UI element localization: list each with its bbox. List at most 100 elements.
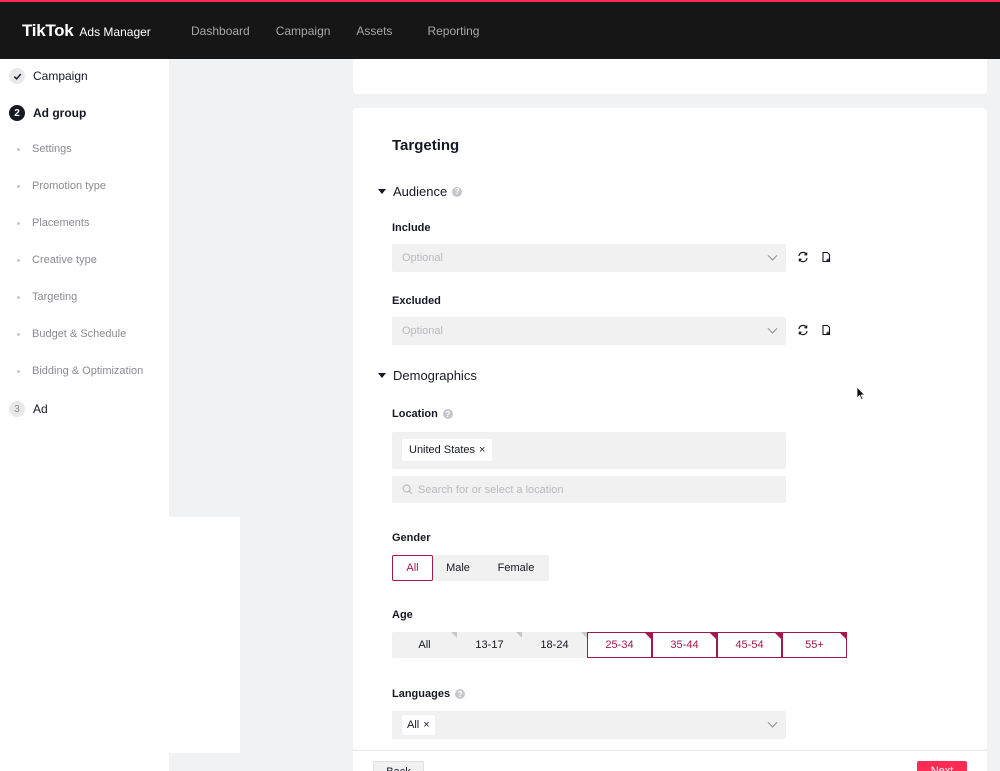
bullet-icon xyxy=(17,258,20,262)
demographics-heading: Demographics xyxy=(393,368,477,383)
age-option-18-24[interactable]: 18-24 xyxy=(522,632,587,658)
step-number: 3 xyxy=(9,401,25,417)
gender-option-male[interactable]: Male xyxy=(433,555,483,581)
help-icon[interactable]: ? xyxy=(442,409,453,419)
gender-segmented-control: All Male Female xyxy=(392,555,549,581)
sidebar-item-placements[interactable]: Placements xyxy=(17,217,89,229)
bullet-icon xyxy=(17,332,20,336)
corner-mark-icon xyxy=(710,633,716,639)
sidebar-item-label: Settings xyxy=(32,143,72,155)
sidebar-item-label: Placements xyxy=(32,217,90,229)
age-option-25-34[interactable]: 25-34 xyxy=(587,632,652,658)
languages-select[interactable]: All × xyxy=(392,711,786,739)
sidebar-item-label: Bidding & Optimization xyxy=(32,365,144,377)
sidebar-item-bidding-optimization[interactable]: Bidding & Optimization xyxy=(17,365,143,377)
refresh-icon[interactable] xyxy=(796,323,810,337)
step-campaign-label: Campaign xyxy=(33,69,88,83)
age-option-label: All xyxy=(418,639,431,651)
sidebar-item-label: Creative type xyxy=(32,254,97,266)
check-icon xyxy=(9,68,25,84)
sidebar-item-label: Promotion type xyxy=(32,180,106,192)
location-search-input[interactable]: Search for or select a location xyxy=(392,476,786,503)
chevron-down-icon xyxy=(767,323,778,334)
location-label-text: Location xyxy=(392,408,438,420)
help-icon[interactable]: ? xyxy=(455,689,466,699)
close-icon[interactable]: × xyxy=(423,719,429,731)
sidebar-item-budget-schedule[interactable]: Budget & Schedule xyxy=(17,328,126,340)
languages-tag: All × xyxy=(402,715,435,735)
age-option-label: 45-54 xyxy=(735,639,764,651)
chevron-down-icon xyxy=(767,250,778,261)
age-option-label: 35-44 xyxy=(670,639,699,651)
age-option-all[interactable]: All xyxy=(392,632,457,658)
nav-reporting[interactable]: Reporting xyxy=(427,24,479,38)
location-tag-label: United States xyxy=(409,444,476,456)
languages-tag-label: All xyxy=(407,719,420,731)
age-label: Age xyxy=(392,609,413,621)
targeting-card: Targeting Audience ? Include Optional Ex… xyxy=(353,108,987,750)
chevron-down-icon xyxy=(767,717,778,728)
age-option-13-17[interactable]: 13-17 xyxy=(457,632,522,658)
age-option-45-54[interactable]: 45-54 xyxy=(717,632,782,658)
sidebar-item-settings[interactable]: Settings xyxy=(17,143,72,155)
step-ad-label: Ad xyxy=(33,402,48,416)
gender-option-female[interactable]: Female xyxy=(483,555,549,581)
create-audience-icon[interactable] xyxy=(819,250,833,264)
audience-toggle[interactable]: Audience ? xyxy=(378,184,463,199)
top-navigation-bar: TikTok Ads Manager Dashboard Campaign As… xyxy=(0,0,1000,59)
age-segmented-control: All 13-17 18-24 25-34 35-44 45-54 55+ xyxy=(392,632,847,658)
location-search-placeholder: Search for or select a location xyxy=(418,483,564,496)
age-option-55-plus[interactable]: 55+ xyxy=(782,632,847,658)
include-label: Include xyxy=(392,222,431,234)
step-ad-group-label: Ad group xyxy=(33,106,87,120)
sidebar-item-creative-type[interactable]: Creative type xyxy=(17,254,97,266)
languages-label: Languages ? xyxy=(392,688,466,700)
sidebar-item-label: Targeting xyxy=(32,291,78,303)
location-selected-box: United States × xyxy=(392,432,786,469)
corner-mark-icon xyxy=(840,633,846,639)
create-audience-icon[interactable] xyxy=(819,323,833,337)
age-option-35-44[interactable]: 35-44 xyxy=(652,632,717,658)
location-label: Location ? xyxy=(392,408,453,420)
section-title: Targeting xyxy=(392,137,460,154)
sidebar-item-promotion-type[interactable]: Promotion type xyxy=(17,180,106,192)
bullet-icon xyxy=(17,147,20,151)
age-option-label: 13-17 xyxy=(475,639,504,651)
languages-label-text: Languages xyxy=(392,688,451,700)
nav-assets[interactable]: Assets xyxy=(356,24,392,38)
audience-heading: Audience xyxy=(393,184,448,199)
step-number: 2 xyxy=(9,105,25,121)
back-button[interactable]: Back xyxy=(373,761,424,771)
help-icon[interactable]: ? xyxy=(452,186,463,197)
search-icon xyxy=(402,484,413,495)
corner-mark-icon xyxy=(645,633,651,639)
demographics-toggle[interactable]: Demographics xyxy=(378,368,477,383)
brand-name: TikTok xyxy=(22,21,74,40)
step-ad[interactable]: 3 Ad xyxy=(9,401,48,417)
excluded-label: Excluded xyxy=(392,295,441,307)
age-option-label: 18-24 xyxy=(540,639,569,651)
next-button[interactable]: Next xyxy=(917,761,967,771)
bullet-icon xyxy=(17,221,20,225)
nav-dashboard[interactable]: Dashboard xyxy=(191,24,250,38)
footer-bar: Back Next xyxy=(353,750,987,771)
gender-label: Gender xyxy=(392,532,431,544)
location-tag: United States × xyxy=(402,439,493,461)
include-placeholder: Optional xyxy=(402,252,443,264)
overlay-panel xyxy=(0,517,240,753)
bullet-icon xyxy=(17,184,20,188)
corner-mark-icon xyxy=(775,633,781,639)
brand-logo[interactable]: TikTok Ads Manager xyxy=(22,21,151,41)
close-icon[interactable]: × xyxy=(479,444,485,456)
sidebar-item-targeting[interactable]: Targeting xyxy=(17,291,77,303)
gender-option-all[interactable]: All xyxy=(392,555,433,581)
include-audience-select[interactable]: Optional xyxy=(392,244,786,272)
refresh-icon[interactable] xyxy=(796,250,810,264)
nav-campaign[interactable]: Campaign xyxy=(276,24,331,38)
step-campaign[interactable]: Campaign xyxy=(9,68,88,84)
previous-section-card xyxy=(353,59,987,94)
caret-down-icon xyxy=(378,373,386,378)
age-option-label: 25-34 xyxy=(605,639,634,651)
step-ad-group[interactable]: 2 Ad group xyxy=(9,105,86,121)
exclude-audience-select[interactable]: Optional xyxy=(392,317,786,345)
